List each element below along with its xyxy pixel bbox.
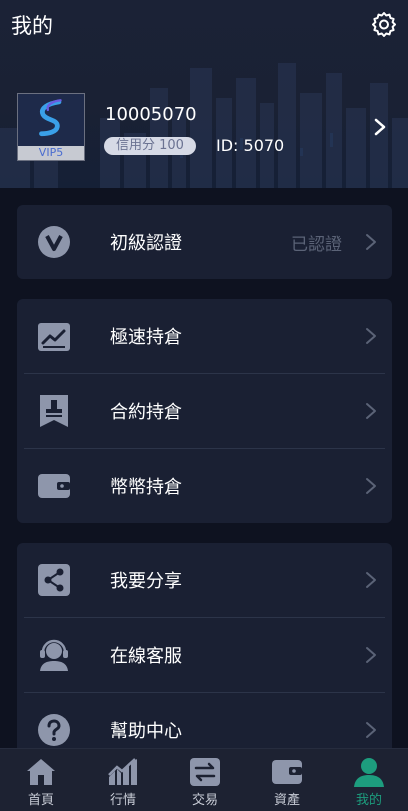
- services-card: 我要分享 在線客服 幫助中心: [17, 543, 392, 767]
- wallet-icon: [272, 760, 302, 784]
- profile-chevron-right-icon[interactable]: [372, 117, 388, 137]
- verification-label: 初級認證: [110, 233, 182, 254]
- avatar[interactable]: VIP5: [17, 93, 85, 161]
- services-item-support[interactable]: 在線客服: [17, 618, 392, 692]
- verification-card: 初級認證 已認證: [17, 205, 392, 279]
- stamp-icon: [40, 395, 68, 427]
- verification-row[interactable]: 初級認證 已認證: [17, 205, 392, 279]
- tab-label: 首頁: [27, 793, 54, 808]
- tab-home[interactable]: 首頁: [0, 749, 82, 811]
- credit-score-badge: 信用分 100: [104, 137, 196, 155]
- user-icon: [354, 758, 384, 787]
- tab-label: 我的: [355, 793, 382, 808]
- tab-mine[interactable]: 我的: [328, 749, 408, 811]
- holdings-item-quick[interactable]: 極速持倉: [17, 299, 392, 373]
- share-icon: [38, 564, 70, 596]
- market-icon: [108, 758, 137, 785]
- holdings-card: 極速持倉 合約持倉 幣幣持倉: [17, 299, 392, 523]
- chevron-right-icon: [366, 328, 376, 344]
- headset-icon: [40, 639, 68, 671]
- tab-assets[interactable]: 資產: [246, 749, 328, 811]
- chevron-right-icon: [366, 572, 376, 588]
- tab-label: 行情: [109, 793, 136, 808]
- chart-up-icon: [38, 323, 70, 351]
- tab-label: 交易: [191, 793, 218, 808]
- page-title: 我的: [11, 14, 53, 38]
- bottom-tab-bar: 首頁 行情 交易 資產 我的: [0, 748, 408, 811]
- help-icon: [38, 714, 70, 746]
- wallet-icon: [38, 474, 70, 498]
- holdings-item-label: 幣幣持倉: [110, 477, 182, 498]
- holdings-item-spot[interactable]: 幣幣持倉: [17, 449, 392, 523]
- chevron-right-icon: [366, 722, 376, 738]
- chevron-right-icon: [366, 403, 376, 419]
- chevron-right-icon: [366, 647, 376, 663]
- services-item-label: 幫助中心: [110, 721, 182, 742]
- vip-level-badge: VIP5: [18, 146, 84, 160]
- verification-status: 已認證: [291, 235, 342, 255]
- services-item-label: 我要分享: [110, 571, 182, 592]
- profile-header: 我的 VIP5 10005070 信用分 100 ID: 5070: [0, 0, 408, 188]
- services-item-share[interactable]: 我要分享: [17, 543, 392, 617]
- chevron-right-icon: [366, 234, 376, 250]
- services-item-label: 在線客服: [110, 646, 182, 667]
- home-icon: [27, 759, 55, 785]
- holdings-item-contract[interactable]: 合約持倉: [17, 374, 392, 448]
- user-account-id: 10005070: [105, 104, 197, 125]
- exchange-icon: [190, 758, 220, 786]
- verified-v-icon: [38, 226, 70, 258]
- tab-label: 資產: [273, 793, 300, 808]
- chevron-right-icon: [366, 478, 376, 494]
- settings-gear-icon[interactable]: [370, 10, 398, 38]
- tab-trade[interactable]: 交易: [164, 749, 246, 811]
- tab-market[interactable]: 行情: [82, 749, 164, 811]
- logo-icon: [39, 99, 62, 137]
- holdings-item-label: 極速持倉: [110, 327, 182, 348]
- holdings-item-label: 合約持倉: [110, 402, 182, 423]
- user-id-label: ID: 5070: [216, 136, 285, 155]
